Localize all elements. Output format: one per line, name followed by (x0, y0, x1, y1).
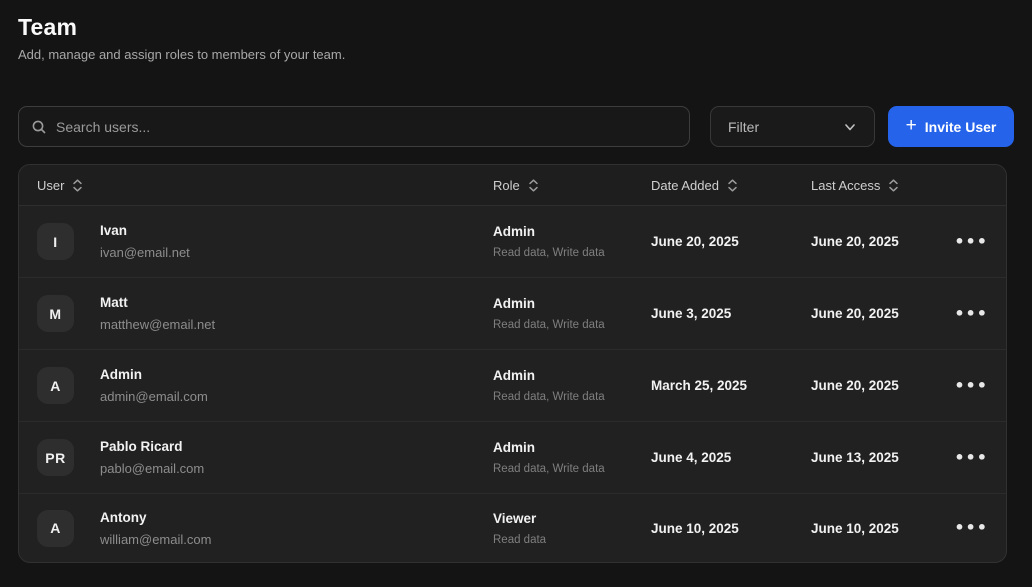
role-name: Admin (493, 296, 651, 311)
role-cell: Admin Read data, Write data (493, 224, 651, 259)
toolbar: Filter + Invite User (18, 106, 1014, 147)
actions-cell: ••• (931, 372, 990, 400)
role-permissions: Read data, Write data (493, 319, 651, 331)
date-added-cell: June 4, 2025 (651, 450, 811, 465)
user-name: Pablo Ricard (100, 439, 204, 454)
actions-cell: ••• (931, 514, 990, 542)
role-cell: Admin Read data, Write data (493, 368, 651, 403)
sort-icon[interactable] (727, 179, 738, 192)
last-access-cell: June 20, 2025 (811, 378, 931, 393)
plus-icon: + (906, 116, 917, 135)
sort-icon[interactable] (528, 179, 539, 192)
avatar: A (37, 367, 74, 404)
user-cell: A Antony william@email.com (37, 510, 493, 547)
role-cell: Viewer Read data (493, 511, 651, 546)
page-subtitle: Add, manage and assign roles to members … (18, 47, 1014, 62)
role-cell: Admin Read data, Write data (493, 296, 651, 331)
column-header-last-access[interactable]: Last Access (811, 178, 931, 193)
date-added-cell: June 20, 2025 (651, 234, 811, 249)
column-header-date-added[interactable]: Date Added (651, 178, 811, 193)
user-name: Antony (100, 510, 211, 525)
user-cell: A Admin admin@email.com (37, 367, 493, 404)
page-title: Team (18, 14, 1014, 41)
table-header-row: User Role Date Added (19, 165, 1006, 206)
last-access-cell: June 20, 2025 (811, 234, 931, 249)
user-cell: PR Pablo Ricard pablo@email.com (37, 439, 493, 476)
row-menu-button[interactable]: ••• (952, 228, 990, 256)
search-input[interactable] (56, 119, 677, 135)
avatar: A (37, 510, 74, 547)
row-menu-button[interactable]: ••• (952, 300, 990, 328)
column-header-label: User (37, 178, 64, 193)
role-permissions: Read data, Write data (493, 463, 651, 475)
sort-icon[interactable] (72, 179, 83, 192)
team-table: User Role Date Added (18, 164, 1007, 563)
role-name: Admin (493, 224, 651, 239)
date-added-cell: June 10, 2025 (651, 521, 811, 536)
date-added-cell: June 3, 2025 (651, 306, 811, 321)
role-cell: Admin Read data, Write data (493, 440, 651, 475)
table-body: I Ivan ivan@email.net Admin Read data, W… (19, 206, 1006, 562)
user-name: Ivan (100, 223, 190, 238)
user-name: Matt (100, 295, 215, 310)
user-cell: M Matt matthew@email.net (37, 295, 493, 332)
actions-cell: ••• (931, 228, 990, 256)
avatar: PR (37, 439, 74, 476)
row-menu-button[interactable]: ••• (952, 444, 990, 472)
chevron-down-icon (843, 120, 857, 134)
avatar: M (37, 295, 74, 332)
user-email: ivan@email.net (100, 245, 190, 260)
sort-icon[interactable] (888, 179, 899, 192)
column-header-label: Date Added (651, 178, 719, 193)
column-header-role[interactable]: Role (493, 178, 651, 193)
role-name: Admin (493, 440, 651, 455)
avatar: I (37, 223, 74, 260)
role-permissions: Read data, Write data (493, 391, 651, 403)
role-permissions: Read data, Write data (493, 247, 651, 259)
table-row[interactable]: A Antony william@email.com Viewer Read d… (19, 494, 1006, 562)
actions-cell: ••• (931, 300, 990, 328)
column-header-label: Role (493, 178, 520, 193)
row-menu-button[interactable]: ••• (952, 372, 990, 400)
role-permissions: Read data (493, 534, 651, 546)
actions-cell: ••• (931, 444, 990, 472)
row-menu-button[interactable]: ••• (952, 514, 990, 542)
invite-user-button[interactable]: + Invite User (888, 106, 1014, 147)
last-access-cell: June 20, 2025 (811, 306, 931, 321)
team-page: Team Add, manage and assign roles to mem… (0, 0, 1032, 563)
last-access-cell: June 13, 2025 (811, 450, 931, 465)
filter-dropdown[interactable]: Filter (710, 106, 875, 147)
table-row[interactable]: A Admin admin@email.com Admin Read data,… (19, 350, 1006, 422)
column-header-label: Last Access (811, 178, 880, 193)
table-row[interactable]: M Matt matthew@email.net Admin Read data… (19, 278, 1006, 350)
column-header-user[interactable]: User (37, 178, 493, 193)
user-email: pablo@email.com (100, 461, 204, 476)
filter-label: Filter (728, 119, 759, 135)
role-name: Viewer (493, 511, 651, 526)
invite-user-label: Invite User (925, 119, 997, 135)
user-cell: I Ivan ivan@email.net (37, 223, 493, 260)
user-email: matthew@email.net (100, 317, 215, 332)
date-added-cell: March 25, 2025 (651, 378, 811, 393)
search-box[interactable] (18, 106, 690, 147)
search-icon (31, 119, 47, 135)
user-email: william@email.com (100, 532, 211, 547)
user-email: admin@email.com (100, 389, 208, 404)
table-row[interactable]: PR Pablo Ricard pablo@email.com Admin Re… (19, 422, 1006, 494)
user-name: Admin (100, 367, 208, 382)
role-name: Admin (493, 368, 651, 383)
last-access-cell: June 10, 2025 (811, 521, 931, 536)
table-row[interactable]: I Ivan ivan@email.net Admin Read data, W… (19, 206, 1006, 278)
